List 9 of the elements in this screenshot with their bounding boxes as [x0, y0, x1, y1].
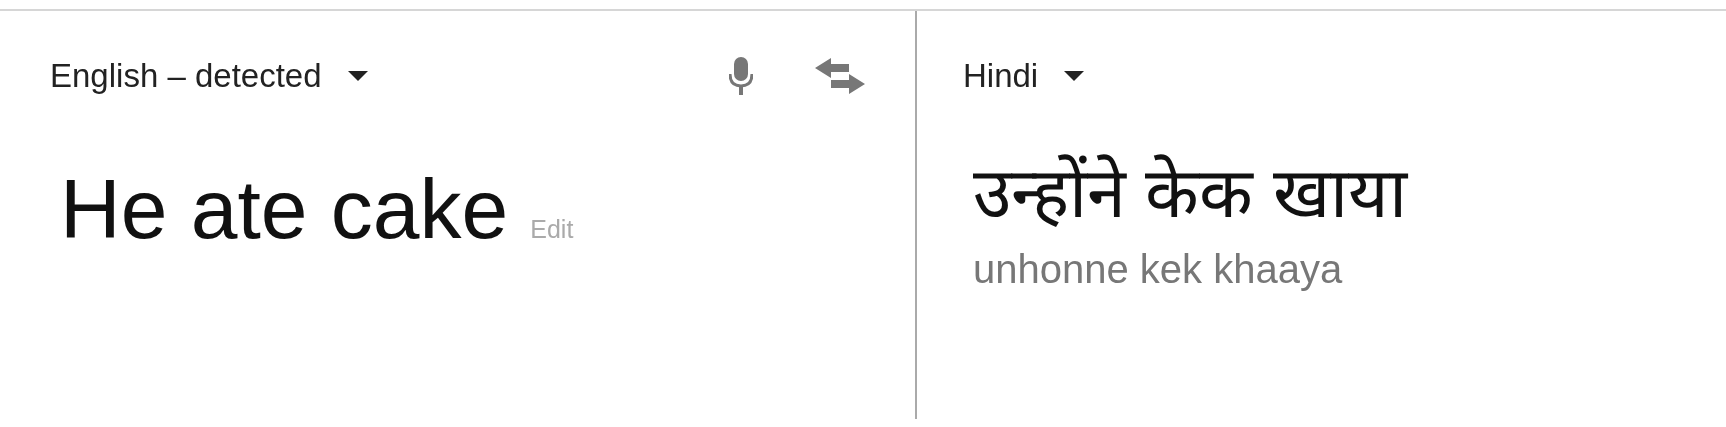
source-text: He ate cake [60, 161, 509, 258]
language-dropdown[interactable]: Hindi [961, 55, 1087, 97]
translation-text: उन्होंने केक खाया [973, 153, 1409, 234]
transliteration-text: unhonne kek khaaya [973, 247, 1344, 292]
swap-icon[interactable] [815, 58, 865, 94]
language-dropdown[interactable]: English – detected [48, 55, 370, 97]
caret-icon [347, 71, 368, 81]
microphone-icon[interactable] [729, 57, 753, 95]
caret-icon [1064, 71, 1085, 81]
